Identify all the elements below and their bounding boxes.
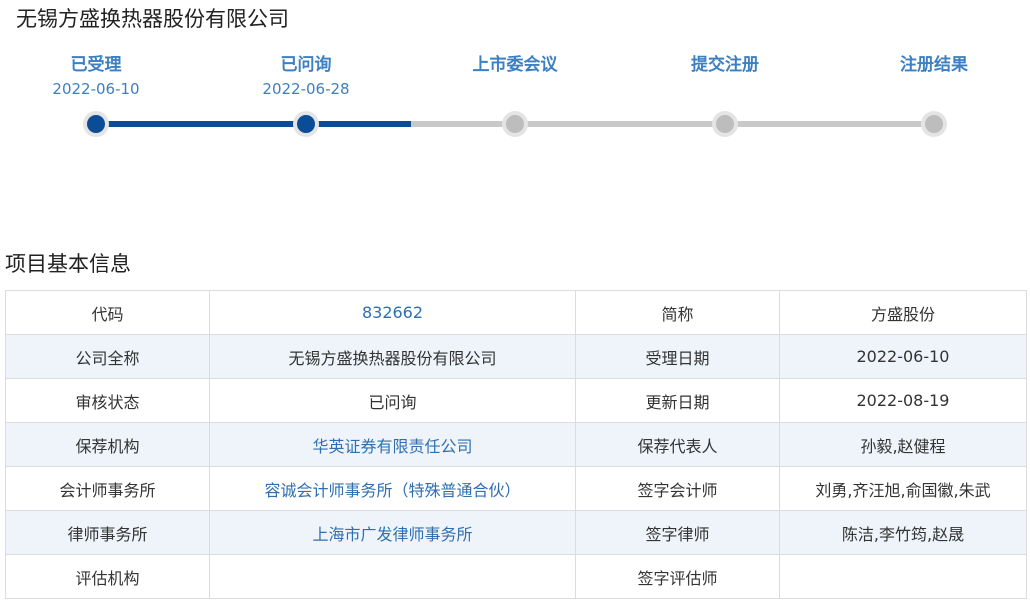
field-label: 评估机构 — [5, 554, 210, 599]
table-row: 律师事务所 上海市广发律师事务所 签字律师 陈洁,李竹筠,赵晟 — [5, 510, 1027, 555]
field-value: 2022-08-19 — [779, 378, 1027, 423]
field-value: 孙毅,赵健程 — [779, 422, 1027, 467]
field-value — [779, 554, 1027, 599]
step-dot-listing-committee — [502, 111, 528, 137]
field-label: 简称 — [575, 290, 780, 335]
table-row: 评估机构 签字评估师 — [5, 554, 1027, 599]
review-progress: 已受理 2022-06-10 已问询 2022-06-28 上市委会议 提交注册… — [0, 0, 1030, 160]
field-label: 代码 — [5, 290, 210, 335]
field-label: 保荐代表人 — [575, 422, 780, 467]
field-label: 公司全称 — [5, 334, 210, 379]
step-dot-submit-registration — [712, 111, 738, 137]
field-label: 律师事务所 — [5, 510, 210, 555]
table-row: 公司全称 无锡方盛换热器股份有限公司 受理日期 2022-06-10 — [5, 334, 1027, 379]
field-label: 签字会计师 — [575, 466, 780, 511]
field-label: 受理日期 — [575, 334, 780, 379]
field-label: 保荐机构 — [5, 422, 210, 467]
step-date-accepted: 2022-06-10 — [52, 80, 140, 98]
step-label-accepted: 已受理 — [70, 55, 122, 75]
section-title: 项目基本信息 — [5, 252, 131, 276]
field-label: 审核状态 — [5, 378, 210, 423]
step-dot-accepted — [83, 111, 109, 137]
field-value: 陈洁,李竹筠,赵晟 — [779, 510, 1027, 555]
field-value: 2022-06-10 — [779, 334, 1027, 379]
step-label-inquired: 已问询 — [280, 55, 332, 75]
step-dot-inquired — [293, 111, 319, 137]
sponsor-link[interactable]: 华英证券有限责任公司 — [209, 422, 576, 467]
field-label: 签字律师 — [575, 510, 780, 555]
field-value: 刘勇,齐汪旭,俞国徽,朱武 — [779, 466, 1027, 511]
progress-track-fill — [96, 121, 411, 127]
field-value — [209, 554, 576, 599]
field-label: 会计师事务所 — [5, 466, 210, 511]
stock-code-link[interactable]: 832662 — [209, 290, 576, 335]
accounting-firm-link[interactable]: 容诚会计师事务所（特殊普通合伙） — [209, 466, 576, 511]
table-row: 审核状态 已问询 更新日期 2022-08-19 — [5, 378, 1027, 423]
field-value: 无锡方盛换热器股份有限公司 — [209, 334, 576, 379]
step-date-inquired: 2022-06-28 — [262, 80, 350, 98]
table-row: 代码 832662 简称 方盛股份 — [5, 290, 1027, 335]
table-row: 会计师事务所 容诚会计师事务所（特殊普通合伙） 签字会计师 刘勇,齐汪旭,俞国徽… — [5, 466, 1027, 511]
step-label-registration-result: 注册结果 — [900, 55, 968, 75]
table-row: 保荐机构 华英证券有限责任公司 保荐代表人 孙毅,赵健程 — [5, 422, 1027, 467]
field-value: 方盛股份 — [779, 290, 1027, 335]
step-dot-registration-result — [921, 111, 947, 137]
project-info-table: 代码 832662 简称 方盛股份 公司全称 无锡方盛换热器股份有限公司 受理日… — [5, 290, 1027, 599]
law-firm-link[interactable]: 上海市广发律师事务所 — [209, 510, 576, 555]
field-value: 已问询 — [209, 378, 576, 423]
step-label-listing-committee: 上市委会议 — [472, 55, 558, 75]
field-label: 更新日期 — [575, 378, 780, 423]
field-label: 签字评估师 — [575, 554, 780, 599]
step-label-submit-registration: 提交注册 — [691, 55, 759, 75]
